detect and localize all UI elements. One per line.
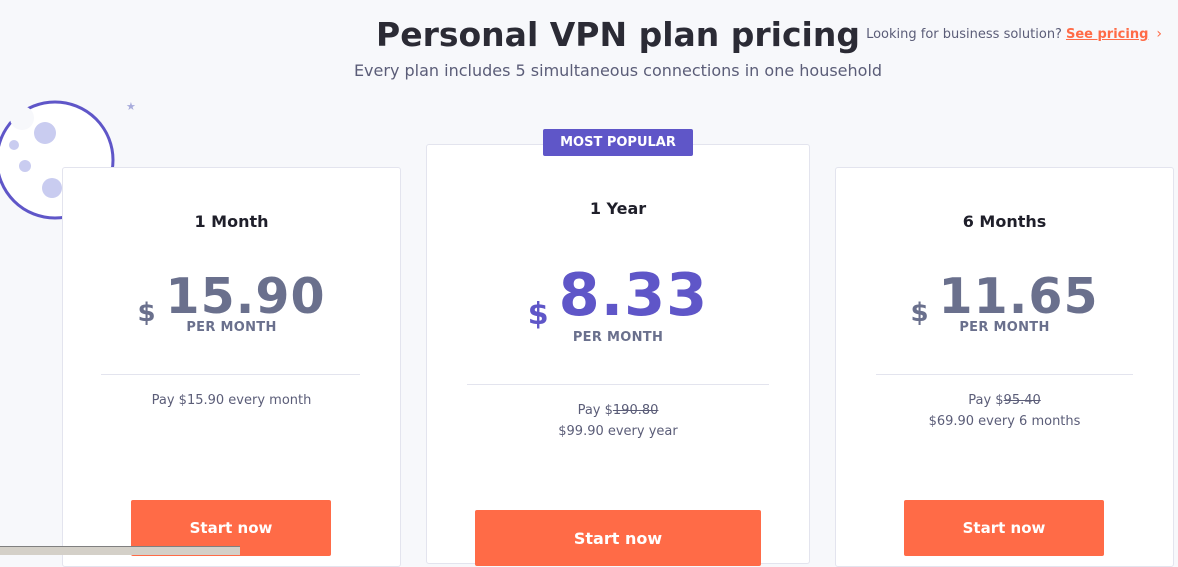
start-now-button[interactable]: Start now: [904, 500, 1104, 556]
original-price: 95.40: [1003, 393, 1041, 408]
plan-name: 6 Months: [962, 212, 1047, 231]
plan-name: 1 Year: [589, 199, 647, 218]
price-amount: 11.65: [938, 268, 1099, 325]
billing-info: Pay $190.80 $99.90 every year: [427, 400, 809, 442]
price-amount: 15.90: [165, 268, 326, 325]
plan-price: $15.90: [63, 268, 400, 328]
divider: [467, 384, 769, 385]
currency-symbol: $: [527, 297, 549, 332]
plan-name: 1 Month: [194, 212, 269, 231]
divider: [101, 374, 360, 375]
chevron-right-icon: ›: [1156, 26, 1162, 42]
most-popular-badge: MOST POPULAR: [543, 129, 693, 156]
pay-prefix: Pay $: [968, 393, 1004, 408]
plan-card-1-year: 1 Year $8.33 PER MONTH Pay $190.80 $99.9…: [426, 144, 810, 566]
star-icon: ★: [126, 100, 136, 113]
start-now-button[interactable]: Start now: [475, 510, 761, 566]
billing-info: Pay $15.90 every month: [151, 393, 312, 408]
business-solution-prompt: Looking for business solution? See prici…: [866, 26, 1162, 42]
plan-card-6-months: 6 Months $11.65 PER MONTH Pay $95.40 $69…: [835, 167, 1174, 567]
see-pricing-link[interactable]: See pricing: [1066, 27, 1148, 42]
page-subtitle: Every plan includes 5 simultaneous conne…: [353, 61, 883, 80]
billing-line: $99.90 every year: [558, 424, 678, 439]
billing-info: Pay $95.40 $69.90 every 6 months: [836, 390, 1173, 432]
billing-line: $69.90 every 6 months: [928, 414, 1081, 429]
original-price: 190.80: [612, 403, 659, 418]
divider: [876, 374, 1133, 375]
price-period: PER MONTH: [572, 330, 664, 345]
system-tray-bar: [0, 546, 240, 555]
plan-price: $11.65: [836, 268, 1173, 328]
price-period: PER MONTH: [186, 320, 277, 335]
plan-card-1-month: 1 Month $15.90 PER MONTH Pay $15.90 ever…: [62, 167, 401, 567]
plan-price: $8.33: [427, 260, 809, 332]
price-amount: 8.33: [558, 260, 709, 329]
pay-prefix: Pay $: [577, 403, 613, 418]
price-period: PER MONTH: [959, 320, 1050, 335]
business-prompt-text: Looking for business solution?: [866, 26, 1062, 42]
